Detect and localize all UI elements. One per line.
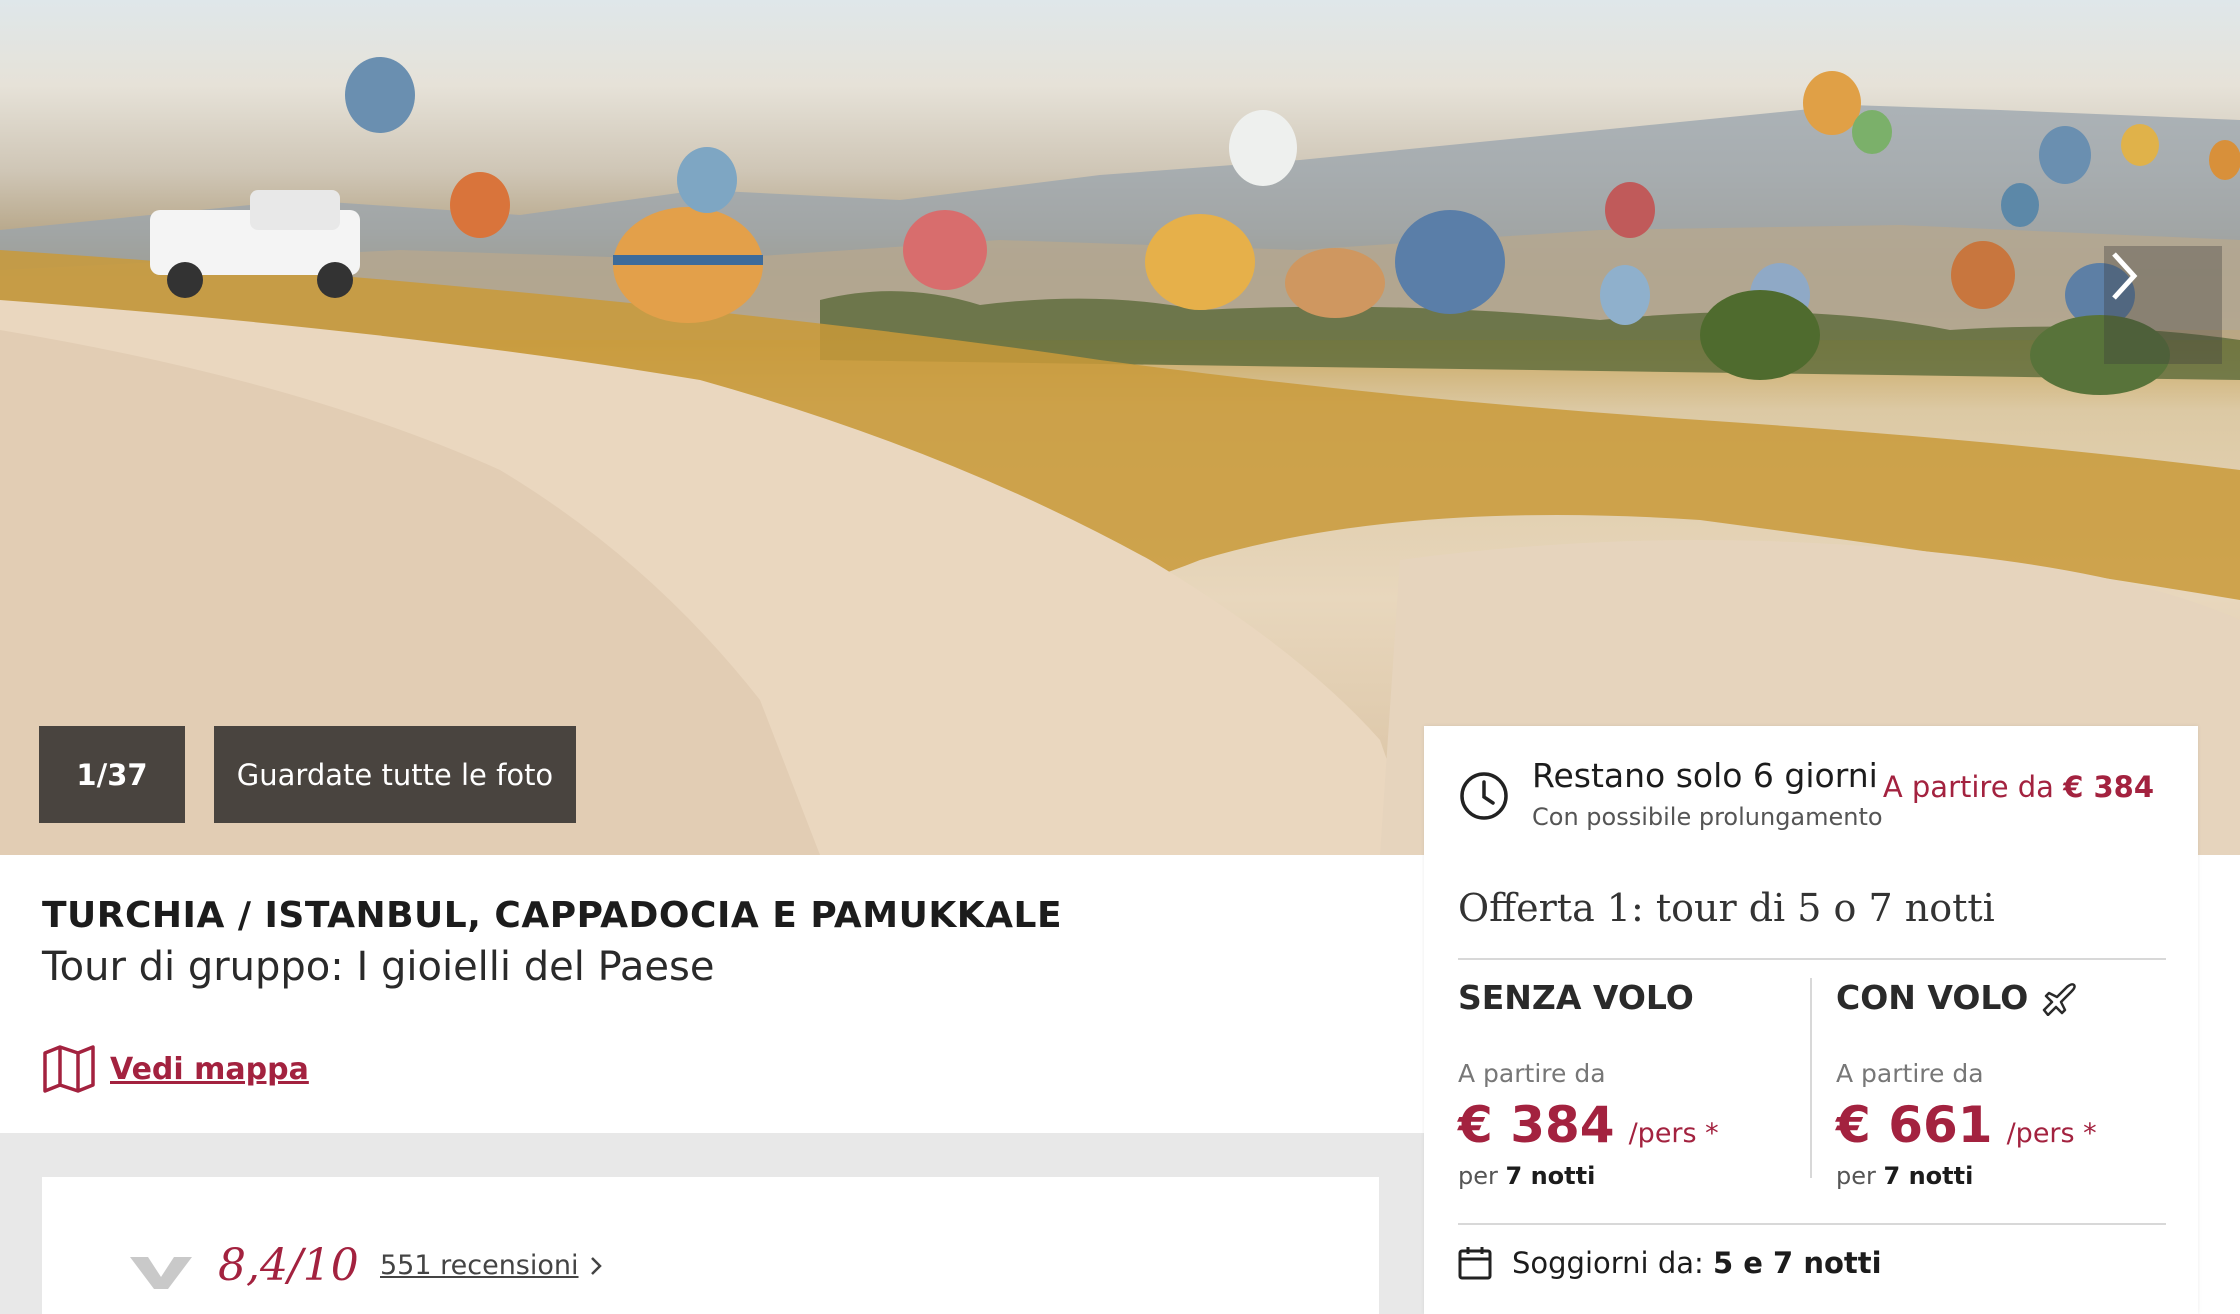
option-without-flight[interactable]: SENZA VOLO A partire da € 384 /pers * pe… <box>1458 978 1798 1190</box>
option-nights-value: 7 notti <box>1883 1162 1974 1190</box>
starting-price-prefix: A partire da <box>1882 770 2054 804</box>
clock-icon <box>1460 772 1508 820</box>
option-heading-row: CON VOLO <box>1836 978 2176 1017</box>
map-icon <box>43 1045 95 1093</box>
destination-title: TURCHIA / ISTANBUL, CAPPADOCIA E PAMUKKA… <box>42 895 1063 936</box>
option-with-flight[interactable]: CON VOLO A partire da € 661 /pers * per … <box>1836 978 2176 1190</box>
option-nights-prefix: per <box>1458 1162 1498 1190</box>
option-from-label: A partire da <box>1458 1059 1606 1088</box>
chevron-right-icon <box>2112 252 2138 300</box>
option-nights: per 7 notti <box>1458 1162 1798 1190</box>
column-divider <box>1810 978 1812 1178</box>
option-price: € 384 /pers * <box>1458 1096 1798 1154</box>
option-heading: SENZA VOLO <box>1458 978 1694 1017</box>
view-map-link[interactable]: Vedi mappa <box>42 1045 309 1093</box>
option-from-label: A partire da <box>1836 1059 1984 1088</box>
chevron-right-icon <box>590 1256 602 1275</box>
stay-label: Soggiorni da: <box>1512 1246 1704 1280</box>
option-price-unit: /pers * <box>2006 1118 2097 1149</box>
review-score: 8,4/10 <box>218 1240 359 1291</box>
option-price-unit: /pers * <box>1628 1118 1719 1149</box>
starting-price-value: € 384 <box>2063 770 2154 804</box>
photo-counter: 1/37 <box>39 726 185 823</box>
product-header: TURCHIA / ISTANBUL, CAPPADOCIA E PAMUKKA… <box>42 895 1342 990</box>
reviews-link[interactable]: 551 recensioni <box>380 1250 603 1281</box>
stay-value: 5 e 7 notti <box>1713 1246 1882 1280</box>
option-price: € 661 /pers * <box>1836 1096 2176 1154</box>
stay-duration: Soggiorni da: 5 e 7 notti <box>1458 1246 1882 1280</box>
brand-logo-icon <box>130 1257 192 1289</box>
option-nights-value: 7 notti <box>1505 1162 1596 1190</box>
option-nights-prefix: per <box>1836 1162 1876 1190</box>
airplane-icon <box>2043 982 2077 1016</box>
divider <box>1458 1223 2166 1225</box>
option-nights: per 7 notti <box>1836 1162 2176 1190</box>
view-map-label: Vedi mappa <box>110 1051 309 1087</box>
next-photo-button[interactable] <box>2104 246 2222 364</box>
deadline-notice: Restano solo 6 giorni Con possibile prol… <box>1458 756 1883 831</box>
reviews-count-label: 551 recensioni <box>380 1250 579 1281</box>
option-price-value: € 661 <box>1836 1096 1993 1154</box>
calendar-icon <box>1458 1247 1492 1280</box>
offer-title: Offerta 1: tour di 5 o 7 notti <box>1458 886 1995 930</box>
deadline-title: Restano solo 6 giorni <box>1532 756 1878 795</box>
tour-subtitle: Tour di gruppo: I gioielli del Paese <box>42 944 715 990</box>
deadline-subtitle: Con possibile prolungamento <box>1532 803 1883 831</box>
option-heading: CON VOLO <box>1836 978 2029 1017</box>
starting-price: A partire da € 384 <box>1883 770 2154 804</box>
view-all-photos-button[interactable]: Guardate tutte le foto <box>214 726 576 823</box>
divider <box>1458 958 2166 960</box>
offer-panel: Restano solo 6 giorni Con possibile prol… <box>1424 726 2198 1314</box>
option-price-value: € 384 <box>1458 1096 1615 1154</box>
